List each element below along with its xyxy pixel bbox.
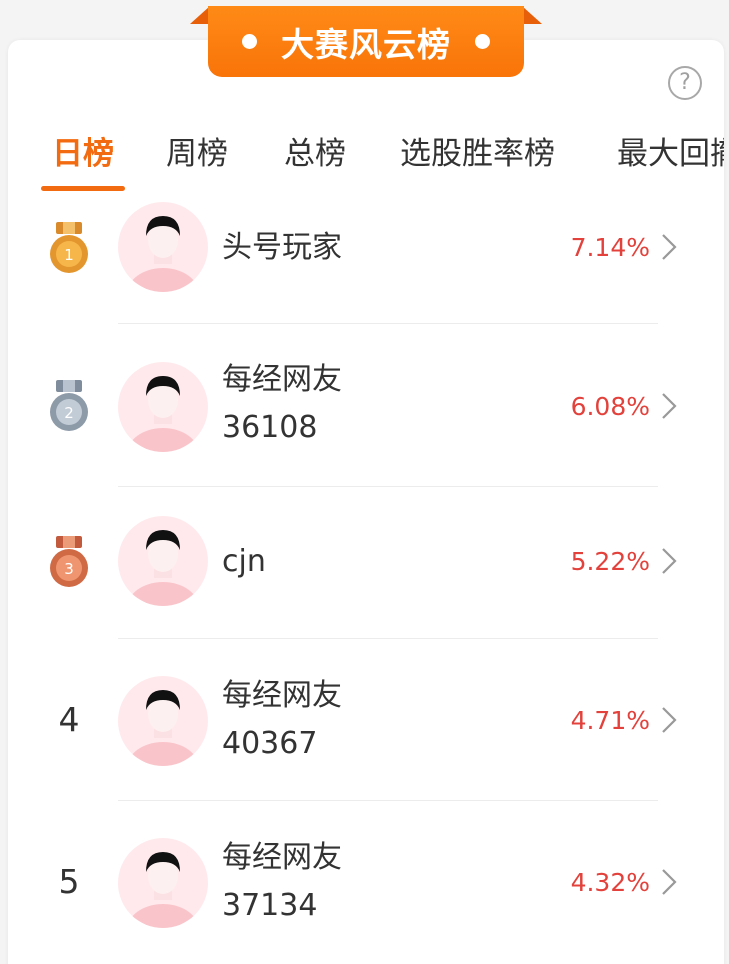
return-percent: 5.22% (570, 547, 650, 576)
banner-ribbon-left (190, 6, 210, 24)
tab-daily[interactable]: 日榜 (52, 128, 114, 173)
leaderboard-banner: 大赛风云榜 (190, 0, 542, 80)
tab-max-drawdown[interactable]: 最大回撤 (617, 128, 724, 173)
user-name: 每经网友 37134 (222, 840, 342, 923)
chevron-right-icon (662, 707, 677, 733)
silver-medal-icon: 2 (50, 380, 88, 431)
list-item[interactable]: 3 cjn 5.22% (8, 514, 724, 638)
avatar (118, 838, 208, 928)
medal-rank-text: 1 (64, 246, 74, 264)
return-percent: 6.08% (570, 392, 650, 421)
medal-rank-text: 2 (64, 404, 74, 422)
user-name: cjn (222, 544, 266, 579)
list-item[interactable]: 2 每经网友 36108 6.08% (8, 356, 724, 486)
dot-icon (242, 34, 257, 49)
tab-weekly[interactable]: 周榜 (166, 128, 228, 173)
gold-medal-icon: 1 (50, 222, 88, 273)
tab-total[interactable]: 总榜 (284, 128, 346, 173)
ranking-card: ? 日榜 周榜 总榜 选股胜率榜 最大回撤 1 头号玩家 7.14% (8, 40, 724, 964)
user-name: 头号玩家 (222, 230, 342, 265)
banner-ribbon-right (522, 6, 542, 24)
divider (118, 486, 658, 487)
divider (118, 638, 658, 639)
list-item[interactable]: 4 每经网友 40367 4.71% (8, 670, 724, 800)
divider (118, 800, 658, 801)
avatar (118, 362, 208, 452)
tab-win-rate[interactable]: 选股胜率榜 (400, 128, 555, 173)
rank-number: 5 (58, 862, 80, 901)
chevron-right-icon (662, 548, 677, 574)
avatar (118, 516, 208, 606)
banner-title: 大赛风云榜 (281, 24, 451, 64)
rank-number: 4 (58, 700, 80, 739)
active-tab-indicator (41, 186, 125, 191)
bronze-medal-icon: 3 (50, 536, 88, 587)
chevron-right-icon (662, 234, 677, 260)
user-name: 每经网友 40367 (222, 678, 342, 761)
help-icon[interactable]: ? (668, 66, 702, 100)
chevron-right-icon (662, 393, 677, 419)
banner-title-box: 大赛风云榜 (208, 6, 524, 77)
avatar (118, 676, 208, 766)
tab-bar: 日榜 周榜 总榜 选股胜率榜 最大回撤 (8, 122, 724, 192)
chevron-right-icon (662, 869, 677, 895)
user-name: 每经网友 36108 (222, 362, 342, 445)
return-percent: 4.71% (570, 706, 650, 735)
medal-rank-text: 3 (64, 560, 74, 578)
list-item[interactable]: 5 每经网友 37134 4.32% (8, 832, 724, 962)
return-percent: 4.32% (570, 868, 650, 897)
list-item[interactable]: 1 头号玩家 7.14% (8, 200, 724, 324)
avatar (118, 202, 208, 292)
dot-icon (475, 34, 490, 49)
divider (118, 323, 658, 324)
return-percent: 7.14% (570, 233, 650, 262)
